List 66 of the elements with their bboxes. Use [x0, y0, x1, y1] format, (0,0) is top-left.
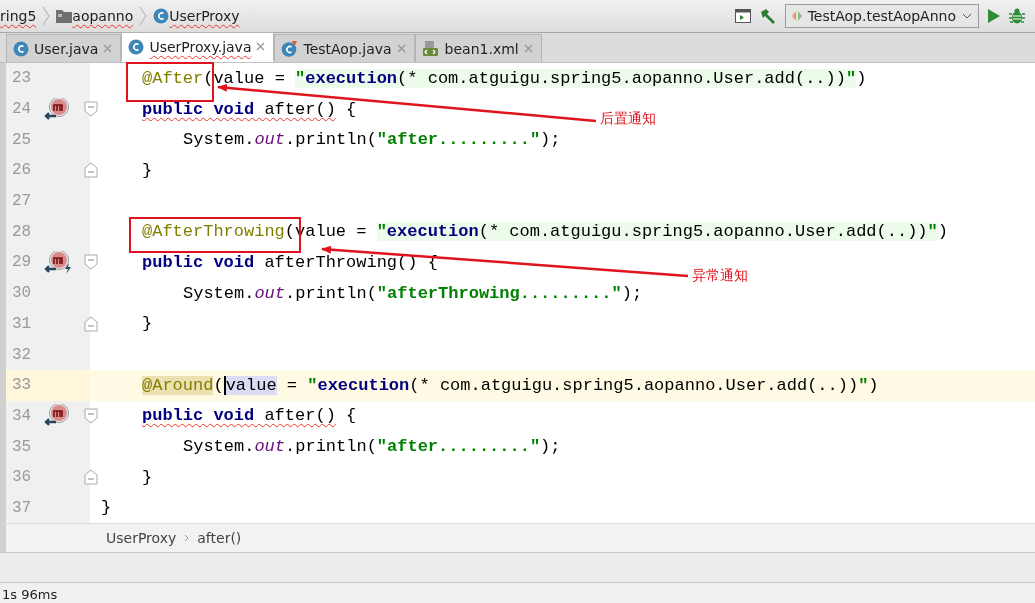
line-number: 23 [11, 69, 33, 88]
xml-file-icon [421, 40, 440, 57]
line-number: 34 [11, 406, 33, 425]
breadcrumb-item[interactable]: after() [197, 530, 242, 546]
line-number: 26 [11, 161, 33, 180]
fold-icon[interactable] [84, 162, 98, 179]
callout-label: 异常通知 [692, 267, 748, 285]
run-config-dropdown[interactable]: TestAop.testAopAnno [784, 4, 979, 28]
breadcrumb-item[interactable]: UserProxy [106, 530, 177, 546]
code-line: @Around(value = "execution(* com.atguigu.spring5.aopanno.User.add(..))") [141, 375, 879, 395]
terminal-icon[interactable] [734, 9, 751, 23]
override-method-icon[interactable] [42, 97, 72, 121]
fold-icon[interactable] [84, 469, 98, 486]
code-line: } [141, 314, 153, 334]
folder-icon [56, 9, 73, 23]
class-icon [153, 8, 170, 24]
fold-icon[interactable] [84, 101, 98, 118]
line-number: 30 [11, 284, 33, 303]
close-icon[interactable] [103, 44, 113, 53]
breadcrumb-item[interactable]: aopanno [72, 8, 134, 24]
run-icon[interactable] [987, 8, 1001, 24]
close-icon[interactable] [396, 44, 406, 53]
code-line: public void after() { [141, 99, 357, 119]
status-message: 1s 96ms [2, 586, 58, 602]
editor-tab[interactable]: TestAop.java [274, 34, 415, 62]
override-method-icon[interactable] [42, 404, 72, 428]
bug-icon[interactable] [1009, 8, 1025, 24]
class-icon [128, 38, 145, 55]
line-number: 25 [11, 130, 33, 149]
code-line: } [100, 498, 112, 518]
code-line: System.out.println("afterThrowing........."); [182, 283, 643, 303]
fold-icon[interactable] [84, 407, 98, 424]
close-icon[interactable] [523, 44, 533, 53]
line-number: 35 [11, 437, 33, 456]
chevron-icon [42, 6, 51, 26]
class-icon [13, 40, 29, 57]
code-line: public void after() { [141, 406, 357, 426]
code-line: System.out.println("after........."); [182, 130, 561, 150]
breadcrumb-item[interactable]: UserProxy [169, 8, 240, 24]
line-number: 36 [11, 468, 33, 487]
fold-icon[interactable] [84, 315, 98, 332]
line-number: 29 [11, 253, 33, 272]
run-config-icon [791, 10, 802, 22]
chevron-icon [139, 6, 148, 26]
editor-tab[interactable]: UserProxy.java [121, 32, 275, 62]
editor-tab[interactable]: User.java [6, 34, 122, 62]
caret-icon [962, 13, 972, 19]
chevron-icon [184, 534, 190, 542]
callout-label: 后置通知 [600, 110, 656, 128]
close-icon[interactable] [256, 42, 266, 51]
breadcrumb-item[interactable]: ring5 [0, 8, 37, 24]
line-number: 24 [11, 100, 33, 119]
fold-icon[interactable] [84, 254, 98, 271]
override-method-icon[interactable] [42, 250, 74, 274]
line-number: 31 [11, 314, 33, 333]
test-class-icon [281, 40, 299, 57]
line-number: 32 [11, 345, 33, 364]
line-number: 33 [11, 376, 33, 395]
line-number: 28 [11, 222, 33, 241]
line-number: 37 [11, 498, 33, 517]
hammer-icon[interactable] [758, 8, 777, 24]
code-line: System.out.println("after........."); [182, 437, 561, 457]
editor-tab[interactable]: bean1.xml [414, 34, 542, 62]
line-number: 27 [11, 192, 33, 211]
code-line: } [141, 467, 153, 487]
code-line: } [141, 160, 153, 180]
